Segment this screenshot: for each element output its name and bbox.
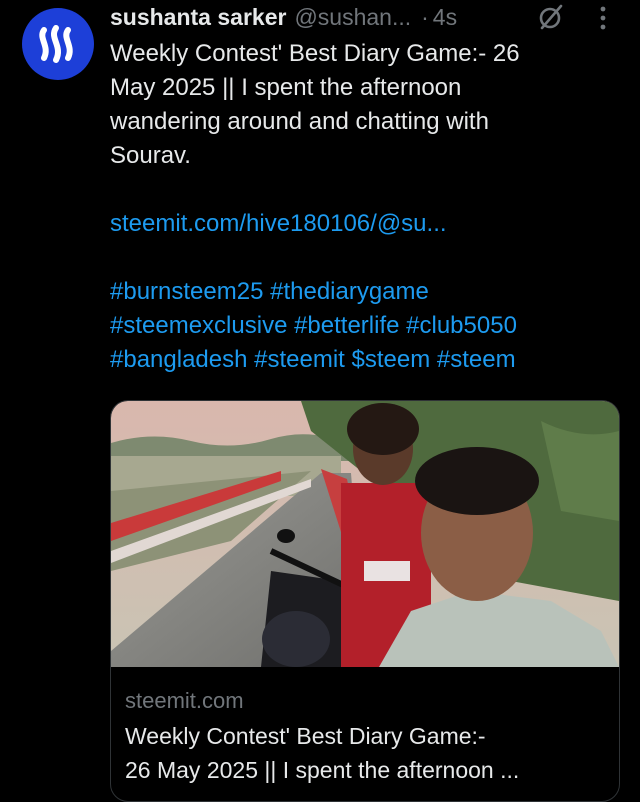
tweet-text-line: Sourav. [110,142,191,169]
card-title-line: 26 May 2025 || I spent the afternoon ... [125,757,520,783]
steem-logo-icon [39,25,73,63]
card-title-line: Weekly Contest' Best Diary Game:- [125,723,486,749]
separator-dot: · [421,3,429,30]
hashtag-line[interactable]: #bangladesh #steemit $steem #steem [110,343,615,377]
author-avatar[interactable] [22,8,94,80]
card-preview-image[interactable] [111,401,619,667]
tweet-text-line: wandering around and chatting with [110,108,489,135]
author-name[interactable]: sushanta sarker [110,4,286,31]
tweet-link[interactable]: steemit.com/hive180106/@su... [110,207,615,241]
timestamp[interactable]: 4s [433,4,457,31]
tweet-text-line: May 2025 || I spent the afternoon [110,74,462,101]
author-handle[interactable]: @sushan... [294,4,411,31]
grok-icon[interactable] [538,3,564,31]
tweet-text: Weekly Contest' Best Diary Game:- 26 May… [110,37,615,377]
hashtag-line[interactable]: #steemexclusive #betterlife #club5050 [110,309,615,343]
link-preview-card[interactable]: steemit.com Weekly Contest' Best Diary G… [110,400,620,802]
more-options-icon[interactable] [598,4,608,32]
card-domain: steemit.com [125,688,244,713]
hashtag-line[interactable]: #burnsteem25 #thediarygame [110,275,615,309]
card-title: Weekly Contest' Best Diary Game:- 26 May… [125,719,609,787]
tweet-text-line: Weekly Contest' Best Diary Game:- 26 [110,40,520,67]
